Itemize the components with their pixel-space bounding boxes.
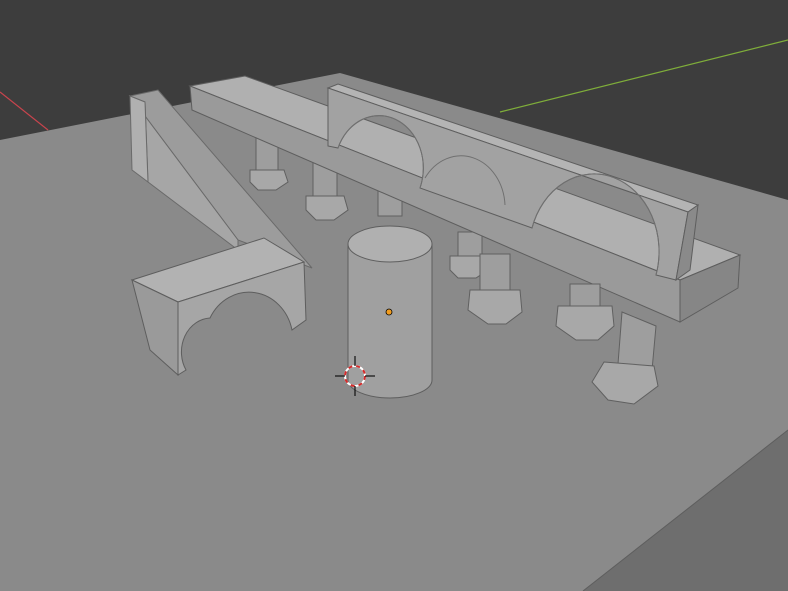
object-origin-icon [385,308,393,316]
x-axis-line [0,91,49,131]
viewport-scene[interactable] [0,0,788,591]
3d-viewport[interactable] [0,0,788,591]
y-axis-line [499,39,788,113]
